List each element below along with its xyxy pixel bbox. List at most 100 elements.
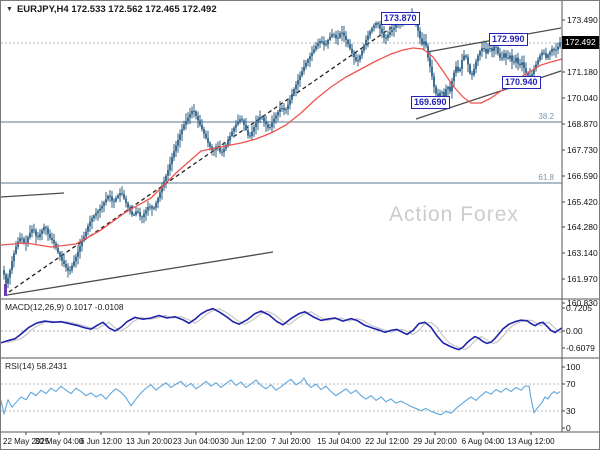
candle-body	[197, 115, 199, 121]
watermark: Action Forex	[389, 203, 519, 226]
candle-body	[325, 44, 327, 46]
candle-body	[359, 55, 361, 61]
time-axis-label: 13 Jun 20:00	[126, 437, 173, 446]
candle-body	[159, 192, 161, 199]
candle-body	[477, 55, 479, 62]
rsi-axis-label: 0	[566, 423, 571, 433]
rsi-line	[1, 377, 561, 416]
candle-body	[549, 51, 551, 55]
candle-body	[389, 32, 391, 35]
time-axis-label: 7 Jul 20:00	[271, 437, 311, 446]
candle-body	[489, 48, 491, 50]
candle-body	[183, 124, 185, 130]
candle-body	[127, 203, 129, 208]
candle-body	[81, 241, 83, 247]
candle-body	[51, 237, 53, 240]
candle-body	[245, 124, 247, 130]
candle-body	[179, 134, 181, 140]
candle-body	[53, 239, 55, 244]
macd-indicator-label: MACD(12,26,9) 0.1017 -0.0108	[5, 302, 124, 312]
candle-body	[15, 246, 17, 254]
candle-body	[93, 215, 95, 219]
candle-body	[505, 53, 507, 58]
candle-body	[153, 207, 155, 209]
swing-price-label[interactable]: 173.870	[381, 12, 420, 25]
candle-body	[69, 270, 71, 272]
candle-body	[515, 57, 517, 63]
candle-body	[103, 202, 105, 206]
candle-body	[479, 51, 481, 56]
candle-body	[375, 23, 377, 26]
candle-body	[265, 120, 267, 125]
candle-body	[321, 41, 323, 43]
candle-body	[5, 274, 7, 284]
swing-price-label[interactable]: 170.940	[502, 76, 541, 89]
candle-body	[261, 117, 263, 119]
candle-body	[367, 35, 369, 40]
candle-body	[297, 80, 299, 85]
candle-body	[205, 133, 207, 139]
candle-body	[485, 48, 487, 54]
candle-body	[35, 230, 37, 237]
candle-body	[157, 198, 159, 204]
candle-body	[167, 170, 169, 176]
swing-price-label[interactable]: 169.690	[411, 96, 450, 109]
candle-body	[113, 200, 115, 202]
candle-body	[385, 37, 387, 39]
candle-body	[177, 139, 179, 146]
price-axis-label: 164.280	[567, 222, 598, 232]
candle-body	[435, 86, 437, 94]
time-axis-label: 6 Aug 04:00	[462, 437, 505, 446]
candle-body	[137, 211, 139, 213]
candle-body	[513, 61, 515, 63]
candle-body	[21, 238, 23, 240]
candle-body	[141, 216, 143, 218]
candle-body	[229, 136, 231, 141]
current-price-tag: 172.492	[562, 36, 599, 49]
candle-body	[349, 44, 351, 49]
price-axis-label: 173.490	[567, 15, 598, 25]
rsi-axis-label: 70	[566, 379, 576, 389]
candle-body	[469, 64, 471, 74]
candle-body	[101, 205, 103, 209]
time-axis-label: 30 Jun 12:00	[220, 437, 267, 446]
candle-body	[29, 232, 31, 238]
candle-body	[293, 89, 295, 95]
candle-body	[43, 227, 45, 231]
candle-body	[47, 228, 49, 234]
candle-body	[39, 233, 41, 238]
candle-body	[7, 277, 9, 284]
candle-body	[449, 86, 451, 92]
candle-body	[281, 108, 283, 110]
candle-body	[421, 38, 423, 45]
candle-body	[231, 131, 233, 137]
candle-body	[89, 221, 91, 226]
swing-price-label[interactable]: 172.990	[489, 33, 528, 46]
candle-body	[315, 46, 317, 50]
candle-body	[285, 109, 287, 111]
rsi-indicator-label: RSI(14) 58.2431	[5, 361, 68, 371]
candle-body	[107, 195, 109, 200]
candle-body	[543, 52, 545, 54]
candle-body	[241, 119, 243, 121]
candle-body	[555, 49, 557, 51]
candle-body	[453, 72, 455, 81]
time-axis-label: 13 Aug 12:00	[507, 437, 555, 446]
price-axis-label: 171.180	[567, 67, 598, 77]
candle-body	[181, 129, 183, 135]
time-axis-label: 22 Jul 12:00	[365, 437, 409, 446]
candle-body	[517, 57, 519, 64]
left-resistance-segment-trendline	[1, 192, 65, 198]
chevron-down-icon[interactable]: ▼	[6, 6, 13, 13]
candle-body	[173, 151, 175, 158]
candle-body	[79, 246, 81, 252]
candle-body	[559, 42, 561, 47]
time-axis-label: 15 Jul 04:00	[317, 437, 361, 446]
candle-body	[541, 52, 543, 56]
candle-body	[337, 37, 339, 39]
fib-level-label: 61.8	[538, 173, 554, 182]
candle-body	[371, 28, 373, 32]
candle-body	[271, 122, 273, 128]
candle-body	[331, 34, 333, 37]
candle-body	[115, 198, 117, 202]
